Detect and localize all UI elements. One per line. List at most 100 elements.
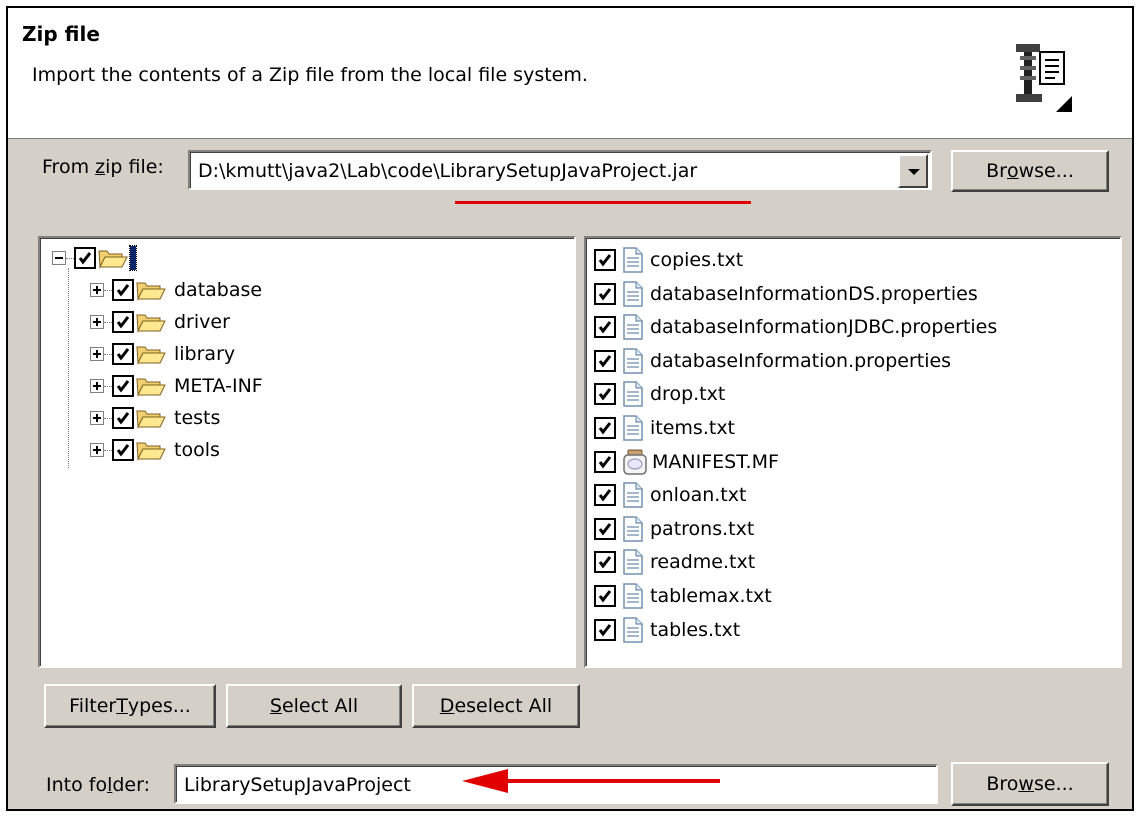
folder-label: tests — [174, 407, 221, 429]
wizard-banner: Zip file Import the contents of a Zip fi… — [8, 8, 1132, 139]
tree-folder-node[interactable]: driver — [90, 306, 230, 338]
folder-checkbox[interactable] — [112, 375, 134, 397]
folder-label: tools — [174, 439, 220, 461]
file-checkbox[interactable] — [594, 585, 616, 607]
file-checkbox[interactable] — [594, 383, 616, 406]
file-list-item[interactable]: items.txt — [594, 412, 735, 444]
text-file-icon — [623, 415, 643, 441]
tree-connector — [66, 257, 74, 259]
tree-connector — [104, 385, 112, 387]
expand-toggle-icon[interactable] — [90, 443, 104, 457]
tree-root-node[interactable]: / — [52, 242, 137, 274]
folder-checkbox[interactable] — [112, 343, 134, 365]
folder-label: META-INF — [174, 375, 263, 397]
tree-connector — [104, 289, 112, 291]
zip-import-wizard-icon — [1016, 44, 1072, 112]
expand-toggle-icon[interactable] — [90, 283, 104, 297]
file-checkbox[interactable] — [594, 517, 616, 540]
file-label: drop.txt — [650, 383, 726, 406]
tree-connector — [104, 417, 112, 419]
file-checkbox[interactable] — [594, 618, 616, 641]
file-list[interactable]: copies.txt databaseInformationDS.properti… — [584, 236, 1122, 668]
file-list-item[interactable]: onloan.txt — [594, 479, 746, 511]
file-label: onloan.txt — [650, 484, 747, 507]
text-file-icon — [623, 616, 643, 643]
zip-file-dropdown-button[interactable] — [898, 154, 928, 188]
folder-checkbox[interactable] — [112, 439, 134, 461]
file-list-item[interactable]: MANIFEST.MF — [594, 446, 779, 478]
file-list-item[interactable]: databaseInformationDS.properties — [594, 278, 978, 310]
file-label: databaseInformationJDBC.properties — [650, 316, 998, 339]
open-folder-icon — [136, 410, 166, 429]
expand-toggle-icon[interactable] — [90, 347, 104, 361]
file-label: tablemax.txt — [650, 585, 772, 607]
tree-guide-line — [68, 268, 69, 468]
folder-label: library — [174, 343, 236, 365]
tree-connector — [104, 353, 112, 355]
text-file-icon — [623, 381, 643, 408]
file-list-item[interactable]: readme.txt — [594, 546, 755, 578]
file-label: patrons.txt — [650, 517, 755, 540]
file-checkbox[interactable] — [594, 316, 616, 339]
file-label: copies.txt — [650, 249, 744, 271]
folder-checkbox[interactable] — [112, 311, 134, 333]
page-title: Zip file — [22, 22, 100, 46]
tree-folder-node[interactable]: database — [90, 274, 262, 306]
file-label: MANIFEST.MF — [652, 450, 779, 473]
file-list-item[interactable]: databaseInformationJDBC.properties — [594, 311, 997, 343]
tree-folder-node[interactable]: META-INF — [90, 370, 263, 402]
page-description: Import the contents of a Zip file from t… — [32, 64, 588, 86]
file-checkbox[interactable] — [594, 450, 616, 473]
file-label: readme.txt — [650, 551, 756, 574]
file-checkbox[interactable] — [594, 484, 616, 507]
file-checkbox[interactable] — [594, 349, 616, 372]
zip-file-name: LibrarySetupJavaProject.jar — [439, 160, 698, 182]
jar-manifest-icon — [623, 449, 647, 475]
browse-folder-button[interactable]: Bro w se... — [951, 762, 1109, 806]
text-file-icon — [623, 247, 643, 273]
file-checkbox[interactable] — [594, 249, 616, 271]
file-list-item[interactable]: tablemax.txt — [594, 580, 772, 612]
folder-label: driver — [174, 311, 230, 333]
file-checkbox[interactable] — [594, 551, 616, 574]
select-all-button[interactable]: Select All — [226, 684, 402, 728]
tree-connector — [104, 449, 112, 451]
collapse-toggle-icon[interactable] — [52, 251, 66, 265]
expand-toggle-icon[interactable] — [90, 315, 104, 329]
open-folder-icon — [136, 442, 166, 461]
tree-folder-node[interactable]: tests — [90, 402, 220, 434]
file-checkbox[interactable] — [594, 417, 616, 439]
file-label: tables.txt — [650, 618, 741, 641]
tree-folder-node[interactable]: library — [90, 338, 235, 370]
expand-toggle-icon[interactable] — [90, 411, 104, 425]
expand-toggle-icon[interactable] — [90, 379, 104, 393]
folder-checkbox[interactable] — [112, 407, 134, 429]
file-label: items.txt — [650, 417, 736, 439]
folder-tree[interactable]: / database driver library META-INF tests tool… — [38, 236, 576, 668]
tree-folder-node[interactable]: tools — [90, 434, 220, 466]
into-folder-value: LibrarySetupJavaProject — [184, 774, 411, 796]
text-file-icon — [623, 516, 643, 542]
file-list-item[interactable]: databaseInformation.properties — [594, 345, 951, 377]
folder-checkbox[interactable] — [112, 279, 134, 301]
open-folder-icon — [136, 346, 166, 365]
file-list-item[interactable]: tables.txt — [594, 614, 740, 646]
text-file-icon — [623, 482, 643, 508]
root-folder-label — [129, 245, 137, 271]
file-list-item[interactable]: copies.txt — [594, 244, 743, 276]
zip-file-combo[interactable]: D:\kmutt\java2\Lab\code\LibrarySetupJava… — [188, 150, 932, 190]
text-file-icon — [623, 583, 643, 609]
file-list-item[interactable]: patrons.txt — [594, 513, 754, 545]
zip-import-dialog: Zip file Import the contents of a Zip fi… — [6, 6, 1134, 811]
filter-types-button[interactable]: Filter Types... — [44, 684, 216, 728]
root-checkbox[interactable] — [74, 247, 96, 269]
file-label: databaseInformationDS.properties — [650, 282, 978, 305]
zip-file-path: D:\kmutt\java2\Lab\code\LibrarySetupJava… — [198, 160, 698, 182]
file-checkbox[interactable] — [594, 282, 616, 305]
file-label: databaseInformation.properties — [650, 349, 952, 372]
file-list-item[interactable]: drop.txt — [594, 378, 725, 410]
text-file-icon — [623, 549, 643, 576]
browse-zip-button[interactable]: Br o wse... — [951, 150, 1109, 192]
red-annotation-underline — [455, 201, 751, 204]
deselect-all-button[interactable]: Deselect All — [412, 684, 580, 728]
